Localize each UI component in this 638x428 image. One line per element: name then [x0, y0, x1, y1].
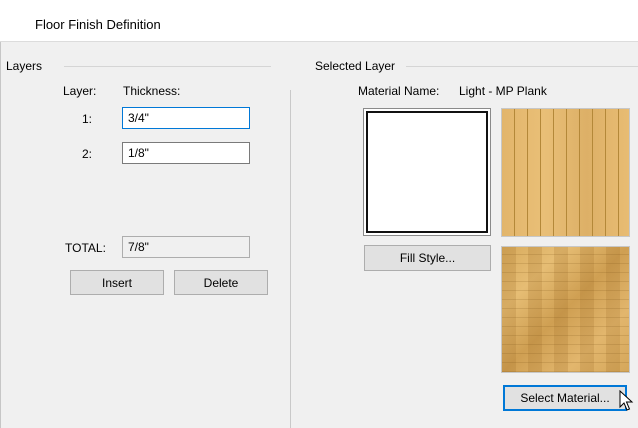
fill-style-button[interactable]: Fill Style... [364, 245, 491, 271]
material-texture-preview [501, 246, 630, 373]
layer-column-header: Layer: [63, 84, 97, 98]
selected-layer-group-line [406, 66, 638, 67]
select-material-button[interactable]: Select Material... [503, 385, 627, 411]
insert-button[interactable]: Insert [70, 270, 164, 295]
layer-2-thickness-input[interactable] [122, 142, 250, 164]
selected-layer-group-label: Selected Layer [315, 59, 400, 73]
fill-style-preview [363, 108, 491, 236]
material-plank-preview [501, 108, 630, 237]
fill-style-preview-inner [366, 111, 488, 233]
layers-group-label: Layers [6, 59, 47, 73]
title-bar: Floor Finish Definition [0, 0, 638, 42]
layer-row-2-index: 2: [82, 147, 93, 161]
panel-divider [290, 90, 291, 428]
layer-row-1-index: 1: [82, 112, 93, 126]
total-label: TOTAL: [65, 241, 106, 255]
dialog-title: Floor Finish Definition [35, 17, 161, 32]
delete-button[interactable]: Delete [174, 270, 268, 295]
layers-group-line [64, 66, 271, 67]
thickness-column-header: Thickness: [123, 84, 181, 98]
layer-1-thickness-input[interactable] [122, 107, 250, 129]
mouse-pointer-icon [619, 390, 634, 411]
total-thickness-field [122, 236, 250, 258]
left-border [0, 42, 1, 428]
material-name-label: Material Name: [358, 84, 440, 98]
material-name-value: Light - MP Plank [459, 84, 547, 98]
